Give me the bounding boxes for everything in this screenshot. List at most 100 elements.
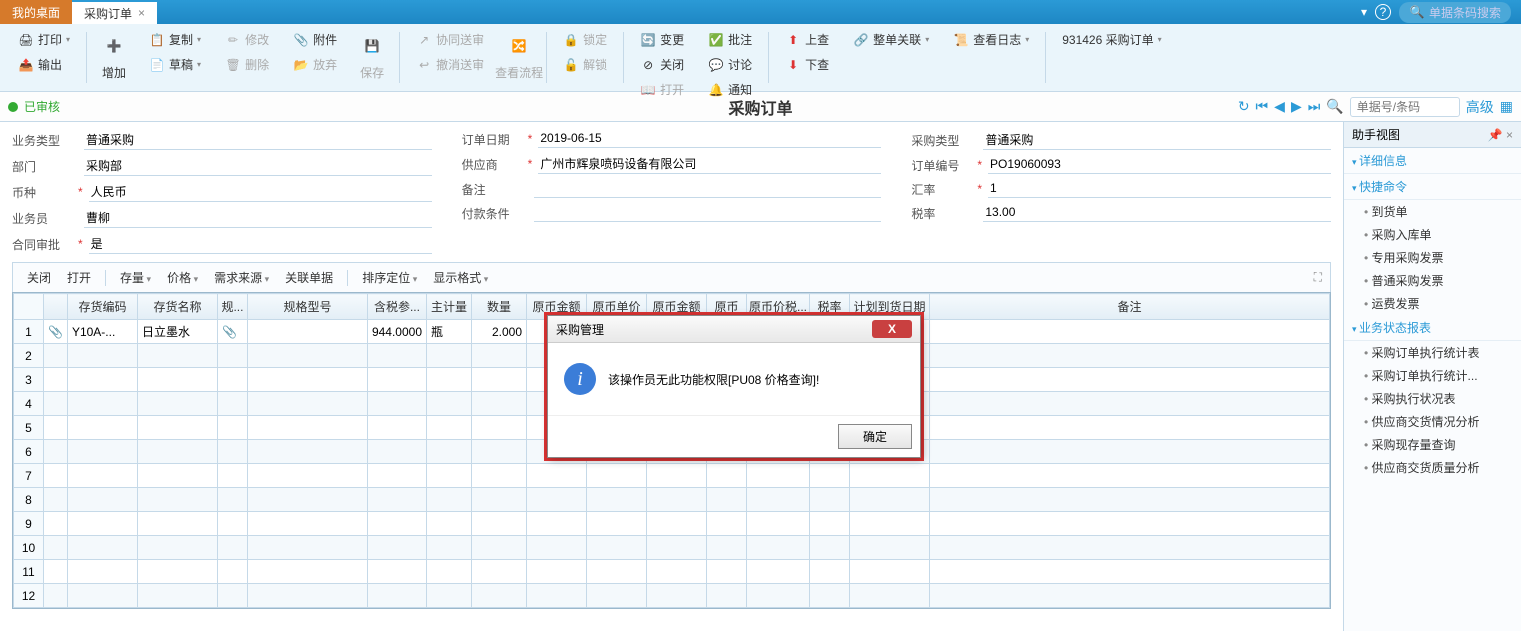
supplier-label: 供应商 [462, 156, 522, 173]
draft-button[interactable]: 草稿▾ [145, 53, 205, 76]
col-remark[interactable]: 备注 [930, 294, 1330, 320]
doc-no-dropdown[interactable]: 931426 采购订单▾ [1058, 28, 1165, 51]
discard-button: 放弃 [289, 53, 341, 76]
view-log-button[interactable]: 查看日志▾ [949, 28, 1033, 51]
next-icon[interactable]: ▶ [1291, 98, 1302, 115]
date-field[interactable]: 2019-06-15 [538, 130, 881, 148]
discuss-button[interactable]: 讨论 [704, 53, 756, 76]
help-icon[interactable]: ? [1375, 4, 1391, 20]
last-icon[interactable]: ⏭ [1308, 98, 1321, 115]
modal-ok-button[interactable]: 确定 [838, 424, 912, 449]
doc-search-icon[interactable]: 🔍 [1326, 98, 1343, 115]
rp-item[interactable]: 采购执行状况表 [1344, 387, 1521, 410]
modal-close-button[interactable]: X [872, 320, 912, 338]
code-label: 订单编号 [911, 157, 971, 174]
modal-title-text: 采购管理 [556, 321, 604, 338]
supplier-field[interactable]: 广州市辉泉喷码设备有限公司 [538, 154, 881, 174]
rp-section-detail[interactable]: 详细信息 [1344, 148, 1521, 174]
gt-display[interactable]: 显示格式 [427, 267, 494, 288]
first-icon[interactable]: ⏮ [1256, 98, 1269, 115]
notify-icon [708, 82, 724, 98]
ptype-field[interactable]: 普通采购 [983, 130, 1331, 150]
rp-item[interactable]: 采购入库单 [1344, 223, 1521, 246]
right-panel: 助手视图📌 × 详细信息 快捷命令 到货单 采购入库单 专用采购发票 普通采购发… [1343, 122, 1521, 631]
close-icon[interactable]: × [138, 6, 145, 20]
dropdown-icon[interactable]: ▾ [1361, 5, 1367, 19]
table-row[interactable]: 11 [14, 560, 1330, 584]
rp-item[interactable]: 到货单 [1344, 200, 1521, 223]
contract-field[interactable]: 是 [89, 234, 432, 254]
col-spec2[interactable]: 规格型号 [247, 294, 367, 320]
rp-item[interactable]: 专用采购发票 [1344, 246, 1521, 269]
down-button[interactable]: 下查 [781, 53, 833, 76]
advanced-link[interactable]: 高级 [1466, 97, 1494, 117]
doc-search-input[interactable] [1350, 97, 1460, 117]
flow-icon [505, 32, 533, 60]
ribbon: 打印▾ 输出 增加 复制▾ 草稿▾ 修改 删除 附件 放弃 保存 协同送审 撤消… [0, 24, 1521, 92]
curr-field[interactable]: 人民币 [89, 182, 432, 202]
gt-relate[interactable]: 关联单据 [279, 267, 339, 288]
attach-button[interactable]: 附件 [289, 28, 341, 51]
global-search[interactable]: 单据条码搜索 [1399, 2, 1511, 23]
clerk-field[interactable]: 曹柳 [84, 208, 432, 228]
form-area: 业务类型 普通采购 部门 采购部 币种*人民币 业务员 曹柳 合同审批*是 订单… [12, 130, 1331, 254]
col-name[interactable]: 存货名称 [137, 294, 217, 320]
col-spec1[interactable]: 规... [217, 294, 247, 320]
table-row[interactable]: 12 [14, 584, 1330, 608]
rate-field[interactable]: 1 [988, 180, 1331, 198]
status-dot-icon [8, 102, 18, 112]
code-field[interactable]: PO19060093 [988, 156, 1331, 174]
refresh-icon[interactable]: ↻ [1238, 98, 1250, 115]
pay-field[interactable] [534, 204, 882, 222]
gt-sort[interactable]: 排序定位 [356, 267, 423, 288]
tax-field[interactable]: 13.00 [983, 204, 1331, 222]
expand-icon[interactable]: ⛶ [1314, 270, 1322, 285]
approve-button[interactable]: 批注 [704, 28, 756, 51]
rp-item[interactable]: 采购现存量查询 [1344, 433, 1521, 456]
modal-titlebar[interactable]: 采购管理 X [548, 316, 920, 343]
gt-stock[interactable]: 存量 [114, 267, 157, 288]
export-button[interactable]: 输出 [14, 53, 74, 76]
change-button[interactable]: 变更 [636, 28, 688, 51]
table-row[interactable]: 8 [14, 488, 1330, 512]
col-code[interactable]: 存货编码 [67, 294, 137, 320]
rp-item[interactable]: 采购订单执行统计表 [1344, 341, 1521, 364]
modal-message: 该操作员无此功能权限[PU08 价格查询]! [608, 371, 819, 388]
gt-close[interactable]: 关闭 [21, 267, 57, 288]
rp-section-quick[interactable]: 快捷命令 [1344, 174, 1521, 200]
gt-price[interactable]: 价格 [161, 267, 204, 288]
up-button[interactable]: 上查 [781, 28, 833, 51]
print-button[interactable]: 打印▾ [14, 28, 74, 51]
gt-demand[interactable]: 需求来源 [208, 267, 275, 288]
rate-label: 汇率 [911, 181, 971, 198]
col-uom[interactable]: 主计量 [427, 294, 472, 320]
gt-open[interactable]: 打开 [61, 267, 97, 288]
approve-icon [708, 32, 724, 48]
rp-item[interactable]: 运费发票 [1344, 292, 1521, 315]
rp-section-report[interactable]: 业务状态报表 [1344, 315, 1521, 341]
tab-active[interactable]: 采购订单× [72, 0, 157, 24]
remark-field[interactable] [534, 180, 882, 198]
pin-icon[interactable]: 📌 × [1488, 128, 1513, 142]
cancel-icon [416, 57, 432, 73]
table-row[interactable]: 10 [14, 536, 1330, 560]
col-qty[interactable]: 数量 [472, 294, 527, 320]
close-doc-button[interactable]: 关闭 [636, 53, 688, 76]
table-row[interactable]: 9 [14, 512, 1330, 536]
prev-icon[interactable]: ◀ [1274, 98, 1285, 115]
dept-field[interactable]: 采购部 [84, 156, 432, 176]
rp-item[interactable]: 供应商交货质量分析 [1344, 456, 1521, 479]
rp-item[interactable]: 采购订单执行统计... [1344, 364, 1521, 387]
tab-desktop[interactable]: 我的桌面 [0, 0, 72, 24]
add-button[interactable]: 增加 [93, 28, 135, 84]
rp-item[interactable]: 供应商交货情况分析 [1344, 410, 1521, 433]
layout-icon[interactable]: ▦ [1500, 98, 1513, 115]
rp-title: 助手视图📌 × [1344, 122, 1521, 148]
copy-button[interactable]: 复制▾ [145, 28, 205, 51]
rp-item[interactable]: 普通采购发票 [1344, 269, 1521, 292]
biz-type-field[interactable]: 普通采购 [84, 130, 432, 150]
table-row[interactable]: 7 [14, 464, 1330, 488]
whole-link-button[interactable]: 整单关联▾ [849, 28, 933, 51]
status-bar: 已审核 采购订单 ↻ ⏮ ◀ ▶ ⏭ 🔍 高级 ▦ [0, 92, 1521, 122]
col-taxref[interactable]: 含税参... [367, 294, 426, 320]
